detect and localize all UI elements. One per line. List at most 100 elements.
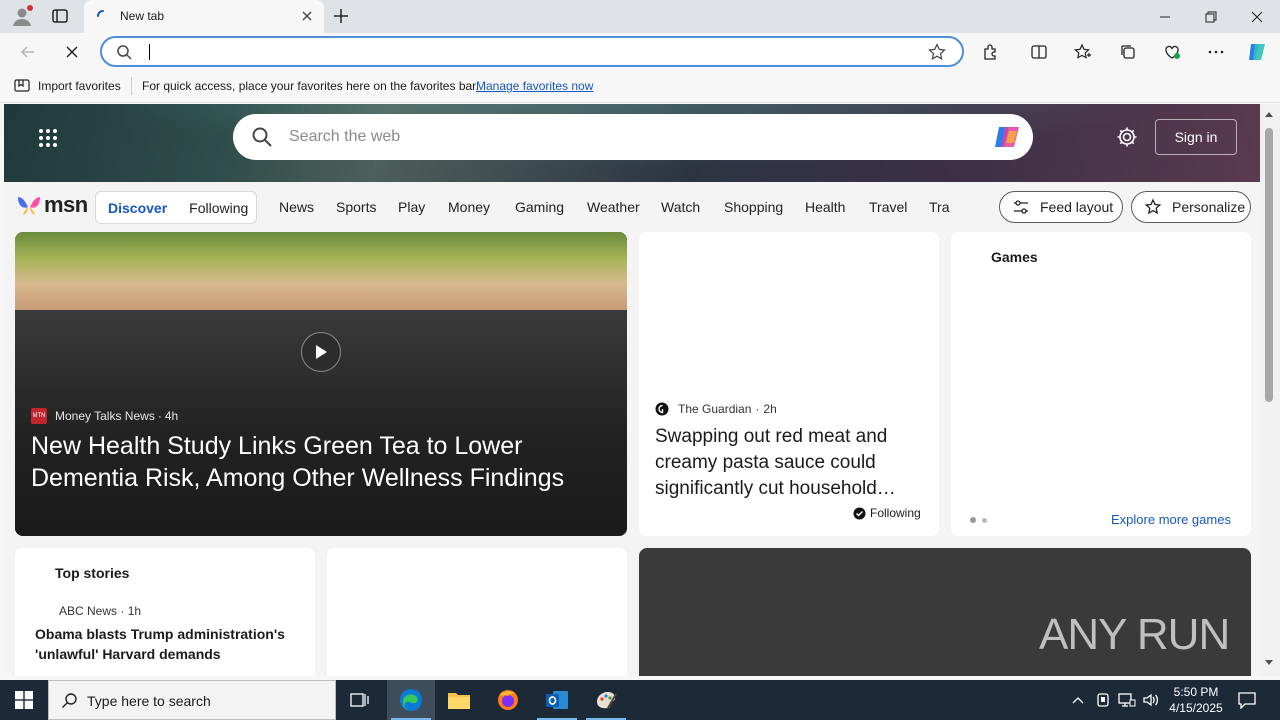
nav-gaming[interactable]: Gaming xyxy=(515,199,564,215)
play-video-icon[interactable] xyxy=(301,332,341,372)
scrollbar-thumb[interactable] xyxy=(1265,128,1273,402)
loading-icon xyxy=(96,9,110,23)
device-icon[interactable] xyxy=(1095,691,1111,709)
nav-money[interactable]: Money xyxy=(448,199,490,215)
manage-favorites-link[interactable]: Manage favorites now xyxy=(476,79,593,93)
scroll-down-icon xyxy=(1265,660,1273,665)
tab-discover[interactable]: Discover xyxy=(108,200,167,216)
hero-story-card[interactable]: MTN Money Talks News · 4h New Health Stu… xyxy=(15,232,627,536)
network-icon[interactable] xyxy=(1118,692,1136,708)
nav-shopping[interactable]: Shopping xyxy=(724,199,783,215)
edge-icon xyxy=(400,689,422,711)
profile-icon[interactable] xyxy=(10,4,34,28)
volume-icon[interactable] xyxy=(1142,692,1160,708)
top-story-dot: · xyxy=(120,604,128,618)
nav-watch[interactable]: Watch xyxy=(661,199,700,215)
web-search-icon xyxy=(251,126,273,148)
paint-icon xyxy=(597,692,617,709)
hero-age: 4h xyxy=(164,409,179,423)
taskbar-clock[interactable]: 5:50 PM 4/15/2025 xyxy=(1166,684,1226,716)
msn-page: Search the web Sign in msn Discover Foll… xyxy=(4,104,1260,676)
copilot-icon[interactable] xyxy=(1244,39,1270,65)
taskbar-edge[interactable] xyxy=(387,680,435,720)
hero-source-name: Money Talks News xyxy=(55,409,155,423)
top-story-source: ABC News · 1h xyxy=(59,604,141,618)
extensions-icon[interactable] xyxy=(978,39,1004,65)
top-story-age: 1h xyxy=(127,604,142,618)
msn-nav-row: msn Discover Following News Sports Play … xyxy=(4,182,1260,232)
start-button[interactable] xyxy=(0,680,48,720)
more-menu-icon[interactable] xyxy=(1203,39,1229,65)
star-icon[interactable] xyxy=(928,43,946,61)
scroll-up-icon xyxy=(1265,112,1273,117)
nav-traffic-truncated[interactable]: Tra xyxy=(929,199,951,215)
favorites-divider xyxy=(131,77,132,95)
back-icon[interactable] xyxy=(15,39,41,65)
sign-in-button[interactable]: Sign in xyxy=(1155,119,1237,155)
restore-button[interactable] xyxy=(1188,0,1234,33)
check-circle-icon xyxy=(853,507,866,519)
taskbar-search-box[interactable]: Type here to search xyxy=(48,680,336,720)
nav-sports[interactable]: Sports xyxy=(336,199,376,215)
guardian-source: The Guardian · 2h xyxy=(655,402,777,416)
feed-layout-label: Feed layout xyxy=(1040,199,1114,215)
games-card: Games Explore more games xyxy=(951,232,1251,536)
hero-headline[interactable]: New Health Study Links Green Tea to Lowe… xyxy=(31,430,611,494)
guardian-logo-icon xyxy=(655,402,669,416)
nav-weather[interactable]: Weather xyxy=(587,199,640,215)
close-tab-icon[interactable] xyxy=(300,9,314,23)
task-view-button[interactable] xyxy=(336,680,384,720)
taskbar-firefox[interactable] xyxy=(484,680,532,720)
settings-gear-icon[interactable] xyxy=(1116,126,1138,148)
outlook-icon xyxy=(546,691,568,709)
taskbar-outlook[interactable] xyxy=(533,680,581,720)
nav-travel[interactable]: Travel xyxy=(869,199,907,215)
import-favorites-link[interactable]: Import favorites xyxy=(38,79,121,93)
split-screen-icon[interactable] xyxy=(1026,39,1052,65)
hero-dot: · xyxy=(157,409,162,423)
folder-icon xyxy=(448,693,470,709)
top-story-headline[interactable]: Obama blasts Trump administration's 'unl… xyxy=(35,624,295,664)
clock-time: 5:50 PM xyxy=(1173,685,1219,699)
close-window-button[interactable] xyxy=(1234,0,1280,33)
feed-layout-button[interactable]: Feed layout xyxy=(999,191,1123,223)
personalize-button[interactable]: Personalize xyxy=(1131,191,1251,223)
following-badge[interactable]: Following xyxy=(853,506,921,520)
new-tab-icon[interactable] xyxy=(331,6,351,26)
minimize-button[interactable] xyxy=(1142,0,1188,33)
task-view-icon xyxy=(350,693,369,707)
guardian-headline[interactable]: Swapping out red meat and creamy pasta s… xyxy=(655,424,931,502)
show-hidden-icons-chevron-icon[interactable] xyxy=(1071,693,1085,707)
page-scrollbar[interactable] xyxy=(1260,104,1280,676)
favorites-icon[interactable] xyxy=(1070,39,1096,65)
tab-following[interactable]: Following xyxy=(189,200,248,216)
tab-actions-icon[interactable] xyxy=(50,6,72,26)
hero-source: MTN Money Talks News · 4h xyxy=(31,408,178,424)
guardian-source-name: The Guardian xyxy=(678,402,752,416)
browser-essentials-icon[interactable] xyxy=(1159,39,1185,65)
tab-title: New tab xyxy=(120,9,165,23)
nav-health[interactable]: Health xyxy=(805,199,845,215)
dark-feature-card[interactable]: ANY RUN xyxy=(639,548,1251,676)
msn-logo[interactable]: msn xyxy=(16,192,88,218)
copilot-search-icon[interactable] xyxy=(991,121,1023,153)
web-search-box[interactable]: Search the web xyxy=(233,114,1033,160)
carousel-dot-2[interactable] xyxy=(982,518,987,523)
carousel-dot-1[interactable] xyxy=(970,517,976,523)
guardian-story-card[interactable]: The Guardian · 2h Swapping out red meat … xyxy=(639,232,939,536)
taskbar-file-explorer[interactable] xyxy=(435,680,483,720)
explore-more-games-link[interactable]: Explore more games xyxy=(1111,512,1231,527)
address-bar[interactable] xyxy=(100,36,964,67)
nav-news[interactable]: News xyxy=(279,199,314,215)
nav-play[interactable]: Play xyxy=(398,199,425,215)
stop-loading-icon[interactable] xyxy=(59,39,85,65)
taskbar-paint[interactable] xyxy=(582,680,630,720)
guardian-dot: · xyxy=(755,402,760,416)
apps-grid-icon[interactable] xyxy=(38,128,58,148)
notification-center-icon[interactable] xyxy=(1237,691,1257,709)
tab-new-tab[interactable]: New tab xyxy=(84,0,324,33)
collections-icon[interactable] xyxy=(1115,39,1141,65)
anyrun-watermark: ANY RUN xyxy=(1039,610,1230,660)
clock-date: 4/15/2025 xyxy=(1169,701,1223,715)
top-stories-title: Top stories xyxy=(55,565,130,581)
